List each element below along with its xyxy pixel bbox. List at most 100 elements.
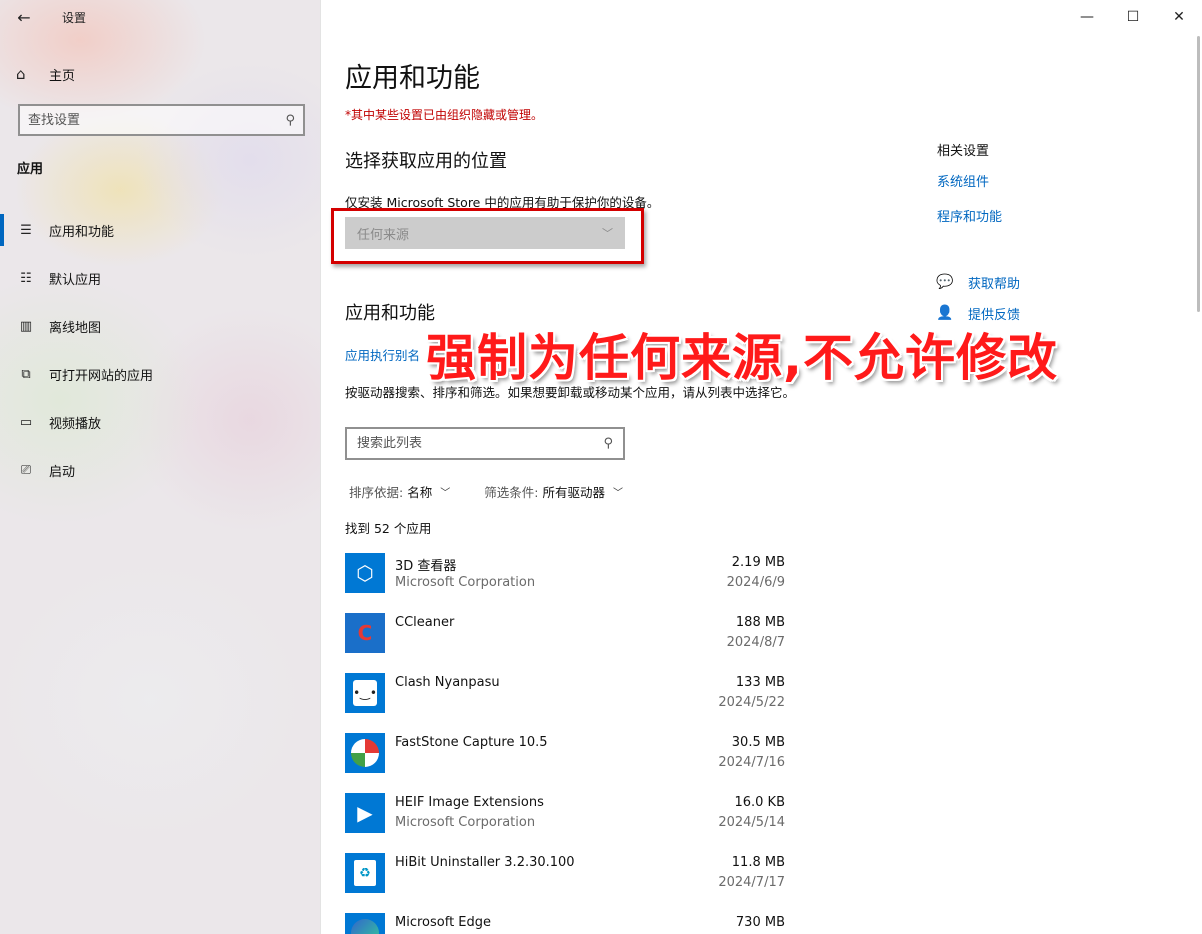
back-button[interactable]: ← (0, 0, 48, 34)
app-date: 2024/8/7 (726, 635, 785, 650)
feedback-link[interactable]: 👤 提供反馈 (936, 303, 1020, 323)
location-heading: 选择获取应用的位置 (345, 151, 507, 172)
get-help-icon: 💬 (936, 274, 954, 290)
get-help-label: 获取帮助 (968, 276, 1021, 292)
maximize-button[interactable]: ☐ (1110, 0, 1156, 34)
sidebar-item-label: 应用和功能 (49, 224, 115, 240)
sort-dropdown[interactable]: 排序依据: 名称 ﹀ (349, 482, 450, 501)
app-size: 30.5 MB (731, 735, 785, 750)
list-item[interactable]: ⬡ 3D 查看器 Microsoft Corporation 2.19 MB 2… (345, 552, 785, 612)
close-icon: ✕ (1173, 9, 1185, 25)
settings-search-box[interactable]: ⚲ (18, 104, 305, 136)
home-label: 主页 (49, 68, 76, 84)
app-name: FastStone Capture 10.5 (395, 735, 548, 750)
startup-icon: ⎚ (20, 462, 32, 478)
filter-key: 筛选条件: (484, 485, 539, 500)
app-date: 2024/7/17 (718, 875, 785, 890)
sort-key: 排序依据: (349, 485, 404, 500)
maximize-icon: ☐ (1126, 9, 1140, 25)
app-date: 2024/5/14 (718, 815, 785, 830)
app-publisher: Microsoft Corporation (395, 575, 536, 590)
related-settings: 相关设置 系统组件 程序和功能 (937, 140, 1002, 225)
app-execution-alias-link[interactable]: 应用执行别名 (345, 345, 420, 364)
hibit-uninstaller-icon: ♻ (345, 853, 385, 893)
app-size: 188 MB (735, 615, 785, 630)
list-item[interactable]: Microsoft Edge 730 MB (345, 912, 785, 934)
list-item[interactable]: ♻ HiBit Uninstaller 3.2.30.100 11.8 MB 2… (345, 852, 785, 912)
video-playback-icon: ▭ (19, 414, 33, 430)
list-item[interactable]: FastStone Capture 10.5 30.5 MB 2024/7/16 (345, 732, 785, 792)
default-apps-icon: ☷ (20, 270, 32, 286)
highlight-box (331, 208, 644, 264)
scrollbar[interactable] (1197, 36, 1200, 312)
search-icon[interactable]: ⚲ (285, 113, 295, 128)
home-icon: ⌂ (16, 65, 26, 83)
sidebar-item-label: 视频播放 (49, 416, 102, 432)
sidebar-item-video-playback[interactable]: ▭ 视频播放 (0, 398, 321, 446)
settings-search-input[interactable] (28, 112, 286, 128)
filter-dropdown[interactable]: 筛选条件: 所有驱动器 ﹀ (484, 482, 623, 501)
app-list: ⬡ 3D 查看器 Microsoft Corporation 2.19 MB 2… (345, 552, 785, 934)
ccleaner-icon: C (345, 613, 385, 653)
system-components-link[interactable]: 系统组件 (937, 171, 1002, 190)
minimize-icon: — (1080, 9, 1094, 25)
window-controls: — ☐ ✕ (1064, 0, 1202, 34)
clash-nyanpasu-icon: •‿• (345, 673, 385, 713)
app-date: 2024/5/22 (718, 695, 785, 710)
chevron-down-icon: ﹀ (440, 488, 451, 499)
app-size: 2.19 MB (731, 555, 785, 570)
offline-maps-icon: ▥ (19, 318, 33, 334)
sidebar: ← 设置 ⌂ 主页 ⚲ 应用 ☰ 应用和功能 ☷ 默认应用 ▥ 离线地图 ⧉ 可… (0, 0, 321, 934)
app-name: 3D 查看器 (395, 559, 457, 574)
sidebar-item-apps-for-websites[interactable]: ⧉ 可打开网站的应用 (0, 350, 321, 398)
list-item[interactable]: •‿• Clash Nyanpasu 133 MB 2024/5/22 (345, 672, 785, 732)
filter-description: 按驱动器搜索、排序和筛选。如果想要卸载或移动某个应用，请从列表中选择它。 (345, 385, 796, 400)
main-content: — ☐ ✕ 应用和功能 *其中某些设置已由组织隐藏或管理。 选择获取应用的位置 … (322, 0, 1202, 934)
app-date: 2024/6/9 (726, 575, 785, 590)
app-name: CCleaner (395, 615, 455, 630)
sidebar-item-label: 可打开网站的应用 (49, 368, 154, 384)
app-name: Microsoft Edge (395, 915, 492, 930)
apps-for-websites-icon: ⧉ (21, 366, 31, 382)
programs-features-link[interactable]: 程序和功能 (937, 206, 1002, 225)
close-button[interactable]: ✕ (1156, 0, 1202, 34)
apps-features-heading: 应用和功能 (345, 303, 435, 324)
feedback-icon: 👤 (936, 305, 954, 321)
app-date: 2024/7/16 (718, 755, 785, 770)
app-size: 133 MB (735, 675, 785, 690)
sidebar-item-label: 启动 (49, 464, 76, 480)
app-publisher: Microsoft Corporation (395, 815, 536, 830)
related-settings-title: 相关设置 (937, 144, 990, 159)
sidebar-item-offline-maps[interactable]: ▥ 离线地图 (0, 302, 321, 350)
3d-viewer-icon: ⬡ (345, 553, 385, 593)
list-item[interactable]: C CCleaner 188 MB 2024/8/7 (345, 612, 785, 672)
app-size: 11.8 MB (731, 855, 785, 870)
app-size: 16.0 KB (734, 795, 785, 810)
title-bar: ← 设置 (0, 0, 321, 34)
sidebar-section-label: 应用 (17, 162, 44, 177)
filter-value: 所有驱动器 (542, 485, 605, 500)
managed-notice: *其中某些设置已由组织隐藏或管理。 (345, 108, 544, 122)
help-section: 💬 获取帮助 👤 提供反馈 (936, 272, 1020, 334)
list-item[interactable]: ▶ HEIF Image Extensions Microsoft Corpor… (345, 792, 785, 852)
edge-icon (345, 913, 385, 934)
found-count: 找到 52 个应用 (345, 521, 432, 536)
app-title: 设置 (62, 10, 87, 25)
home-nav-item[interactable]: ⌂ 主页 (16, 62, 75, 86)
apps-features-icon: ☰ (20, 222, 32, 238)
list-search-box[interactable]: ⚲ (345, 427, 625, 460)
app-name: HiBit Uninstaller 3.2.30.100 (395, 855, 575, 870)
page-title: 应用和功能 (345, 63, 480, 94)
sidebar-item-default-apps[interactable]: ☷ 默认应用 (0, 254, 321, 302)
chevron-down-icon: ﹀ (612, 488, 623, 499)
get-help-link[interactable]: 💬 获取帮助 (936, 272, 1020, 292)
sort-value: 名称 (407, 485, 433, 500)
sidebar-item-label: 离线地图 (49, 320, 102, 336)
sidebar-nav: ☰ 应用和功能 ☷ 默认应用 ▥ 离线地图 ⧉ 可打开网站的应用 ▭ 视频播放 … (0, 206, 321, 494)
minimize-button[interactable]: — (1064, 0, 1110, 34)
app-name: HEIF Image Extensions (395, 795, 544, 810)
search-icon[interactable]: ⚲ (603, 436, 613, 451)
sidebar-item-apps-features[interactable]: ☰ 应用和功能 (0, 206, 321, 254)
list-search-input[interactable] (357, 436, 604, 451)
sidebar-item-startup[interactable]: ⎚ 启动 (0, 446, 321, 494)
